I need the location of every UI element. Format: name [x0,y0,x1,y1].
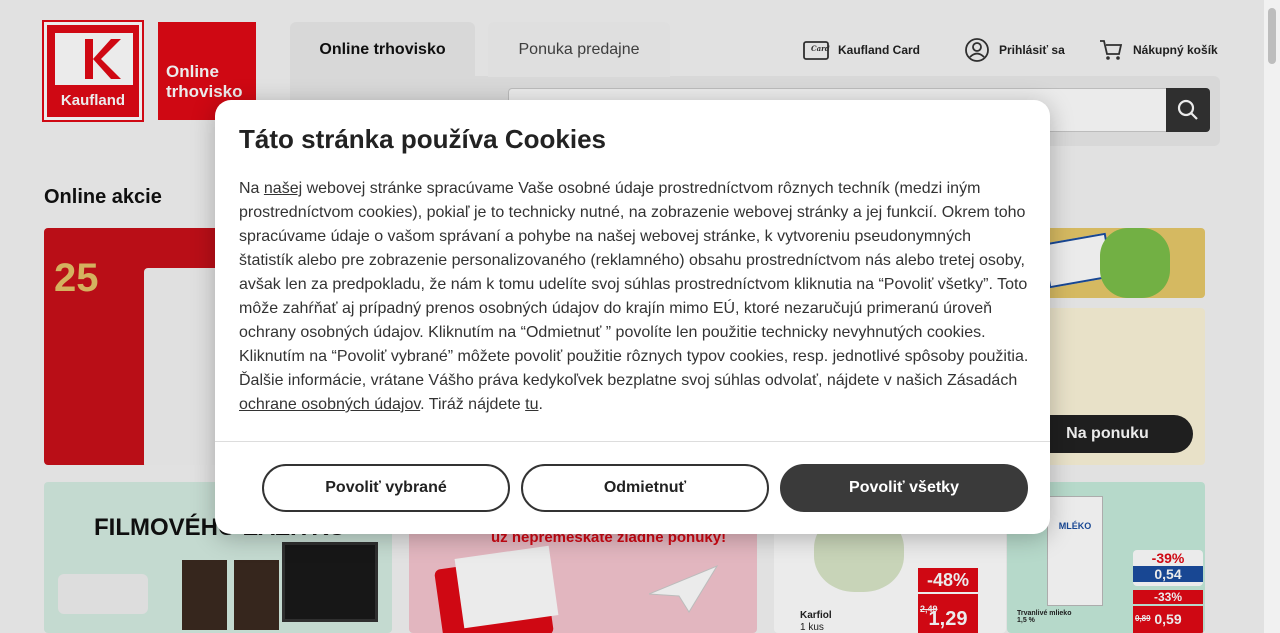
cookie-modal-title: Táto stránka používa Cookies [239,124,606,154]
body-text: . [538,396,543,413]
body-text: . Tiráž nájdete [420,396,526,413]
privacy-policy-link[interactable]: ochrane osobných údajov [239,396,420,413]
page-scrollbar[interactable] [1264,0,1280,633]
allow-all-button[interactable]: Povoliť všetky [780,464,1028,512]
reject-button[interactable]: Odmietnuť [521,464,769,512]
body-text: Na [239,180,264,197]
scrollbar-thumb[interactable] [1268,8,1276,64]
cookie-modal-body: Na našej webovej stránke spracúvame Vaše… [239,177,1029,417]
body-text: webovej stránke spracúvame Vaše osobné ú… [239,180,1029,389]
allow-selected-button[interactable]: Povoliť vybrané [262,464,510,512]
imprint-link[interactable]: tu [525,396,538,413]
cookie-modal: Táto stránka používa Cookies Na našej we… [215,100,1050,534]
our-website-link[interactable]: našej [264,180,302,197]
modal-divider [215,441,1050,442]
